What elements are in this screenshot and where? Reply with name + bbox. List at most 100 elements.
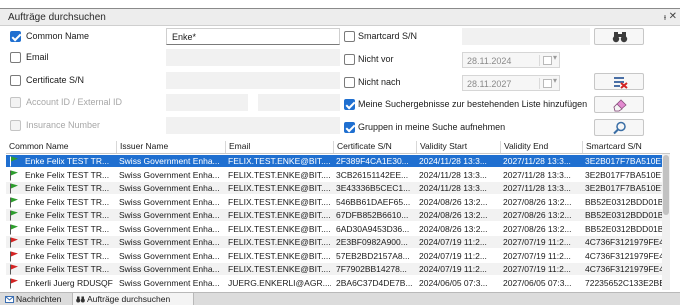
col-common-name-header[interactable]: Common Name [6, 141, 114, 153]
col-validity-end-cell: 2027/07/19 11:2... [503, 250, 571, 261]
pin-icon[interactable]: ᵻ [664, 12, 666, 22]
insurance-number-row: Insurance Number [6, 117, 340, 135]
scrollbar-thumb[interactable] [663, 155, 669, 215]
tab-nachrichten[interactable]: Nachrichten [2, 293, 72, 305]
col-email-cell: FELIX.TEST.ENKE@BIT.... [228, 183, 331, 193]
panel-title: Aufträge durchsuchen [8, 12, 106, 23]
col-certificate-sn-header[interactable]: Certificate S/N [333, 141, 414, 153]
erase-button[interactable] [594, 96, 644, 113]
table-row[interactable]: Enke Felix TEST TR... Swiss Government En… [6, 222, 666, 235]
col-validity-start-header[interactable]: Validity Start [416, 141, 498, 153]
col-issuer-name-cell: Swiss Government Enha... [119, 183, 220, 193]
certificate-sn-row: Certificate S/N [6, 72, 340, 90]
col-certificate-sn-cell: 2E3BF0982A900... [336, 237, 408, 247]
nicht-nach-label: Nicht nach [358, 77, 401, 87]
col-validity-start-cell: 2024/11/28 13:3... [419, 156, 487, 166]
col-issuer-name-cell: Swiss Government Enha... [119, 264, 220, 274]
smartcard-sn-label: Smartcard S/N [358, 31, 418, 41]
smartcard-sn-row: Smartcard S/N [342, 28, 602, 46]
table-row[interactable]: Enkerli Juerg RDUSQF Swiss Government Enh… [6, 276, 666, 289]
col-validity-end-cell: 2027/11/28 13:3... [503, 169, 571, 180]
col-email-cell: JUERG.ENKERLI@AGR.... [228, 277, 331, 288]
col-validity-end-header[interactable]: Validity End [500, 141, 580, 153]
bottom-tab-bar: Nachrichten Aufträge durchsuchen [0, 292, 680, 305]
messages-icon [5, 296, 14, 303]
green-flag-icon [10, 183, 18, 194]
col-certificate-sn-cell: 2F389F4CA1E30... [336, 156, 409, 166]
col-validity-end-cell: 2027/08/26 13:2... [503, 210, 572, 220]
magnifier-icon [613, 121, 626, 135]
common-name-row: Common Name Enke* [6, 28, 340, 46]
col-common-name-cell: Enke Felix TEST TR... [25, 223, 110, 234]
col-validity-end-cell: 2027/08/26 13:2... [503, 196, 572, 207]
col-issuer-name-header[interactable]: Issuer Name [116, 141, 223, 153]
nicht-vor-checkbox[interactable] [344, 54, 355, 65]
col-certificate-sn-cell: 67DFB852B6610... [336, 210, 409, 220]
table-row[interactable]: Enke Felix TEST TR... Swiss Government En… [6, 249, 666, 262]
col-validity-end-cell: 2027/11/28 13:3... [503, 156, 571, 166]
col-certificate-sn-cell: 3E43336B5CEC1... [336, 183, 411, 193]
tab-auftraege-label: Aufträge durchsuchen [87, 294, 171, 304]
col-issuer-name-cell: Swiss Government Enha... [119, 223, 220, 234]
table-header: Common Name Issuer Name Email Certificate S… [6, 139, 670, 154]
col-validity-end-cell: 2027/07/19 11:2... [503, 264, 571, 274]
nicht-vor-date[interactable]: 28.11.2024 [462, 52, 560, 68]
table-row[interactable]: Enke Felix TEST TR... Swiss Government En… [6, 263, 666, 275]
table-row[interactable]: Enke Felix TEST TR... Swiss Government En… [6, 182, 666, 194]
search-button[interactable] [594, 28, 644, 45]
certificate-sn-checkbox[interactable] [10, 75, 21, 86]
include-groups-label: Gruppen in meine Suche aufnehmen [358, 122, 506, 132]
tab-nachrichten-label: Nachrichten [16, 294, 62, 304]
account-id-checkbox [10, 97, 21, 108]
append-results-checkbox[interactable] [344, 99, 355, 110]
nicht-nach-value: 28.11.2027 [467, 79, 512, 89]
table-row[interactable]: Enke Felix TEST TR... Swiss Government En… [6, 209, 666, 221]
binoculars-icon [612, 32, 628, 43]
find-button[interactable] [594, 119, 644, 136]
col-certificate-sn-cell: 2BA6C37D4DE7B... [336, 277, 413, 288]
nicht-nach-checkbox[interactable] [344, 77, 355, 88]
col-validity-end-cell: 2027/11/28 13:3... [503, 183, 571, 193]
col-validity-start-cell: 2024/11/28 13:3... [419, 169, 487, 180]
email-field[interactable] [166, 49, 340, 66]
table-row[interactable]: Enke Felix TEST TR... Swiss Government En… [6, 195, 666, 208]
col-certificate-sn-cell: 7F7902BB14278... [336, 264, 407, 274]
email-checkbox[interactable] [10, 52, 21, 63]
tab-auftraege-durchsuchen[interactable]: Aufträge durchsuchen [72, 293, 194, 305]
col-common-name-cell: Enke Felix TEST TR... [25, 237, 110, 247]
table-row[interactable]: Enke Felix TEST TR... Swiss Government En… [6, 168, 666, 181]
account-id-field [166, 94, 248, 111]
common-name-label: Common Name [26, 31, 90, 41]
table-row[interactable]: Enke Felix TEST TR... Swiss Government En… [6, 155, 666, 167]
col-issuer-name-cell: Swiss Government Enha... [119, 169, 220, 180]
col-smartcard-sn-cell: 3E2B017F7BA510E7 [585, 183, 666, 193]
common-name-checkbox[interactable] [10, 31, 21, 42]
nicht-nach-row: Nicht nach 28.11.2027 [342, 74, 602, 92]
vertical-scrollbar[interactable] [662, 154, 670, 290]
col-smartcard-sn-cell: BB52E0312BDD01B1 [585, 196, 666, 207]
email-label: Email [26, 52, 49, 62]
calendar-icon[interactable] [539, 53, 557, 66]
col-email-header[interactable]: Email [225, 141, 331, 153]
common-name-field[interactable]: Enke* [166, 28, 340, 45]
col-smartcard-sn-header[interactable]: Smartcard S/N [582, 141, 666, 153]
smartcard-sn-field[interactable] [462, 28, 590, 45]
calendar-icon[interactable] [539, 76, 557, 89]
include-groups-checkbox[interactable] [344, 122, 355, 133]
col-email-cell: FELIX.TEST.ENKE@BIT.... [228, 237, 331, 247]
col-common-name-cell: Enke Felix TEST TR... [25, 183, 110, 193]
col-email-cell: FELIX.TEST.ENKE@BIT.... [228, 196, 331, 207]
col-common-name-cell: Enkerli Juerg RDUSQF [25, 277, 113, 288]
certificate-sn-field[interactable] [166, 72, 340, 89]
col-validity-start-cell: 2024/08/26 13:2... [419, 223, 488, 234]
nicht-nach-date[interactable]: 28.11.2027 [462, 75, 560, 91]
panel-titlebar: Aufträge durchsuchen ᵻ ✕ [0, 9, 680, 26]
table-row[interactable]: Enke Felix TEST TR... Swiss Government En… [6, 236, 666, 248]
red-flag-icon [10, 237, 18, 248]
top-strip [0, 0, 680, 9]
col-validity-start-cell: 2024/08/26 13:2... [419, 196, 488, 207]
clear-button[interactable] [594, 73, 644, 90]
close-icon[interactable]: ✕ [669, 11, 677, 22]
smartcard-sn-checkbox[interactable] [344, 31, 355, 42]
col-common-name-cell: Enke Felix TEST TR... [25, 210, 110, 220]
